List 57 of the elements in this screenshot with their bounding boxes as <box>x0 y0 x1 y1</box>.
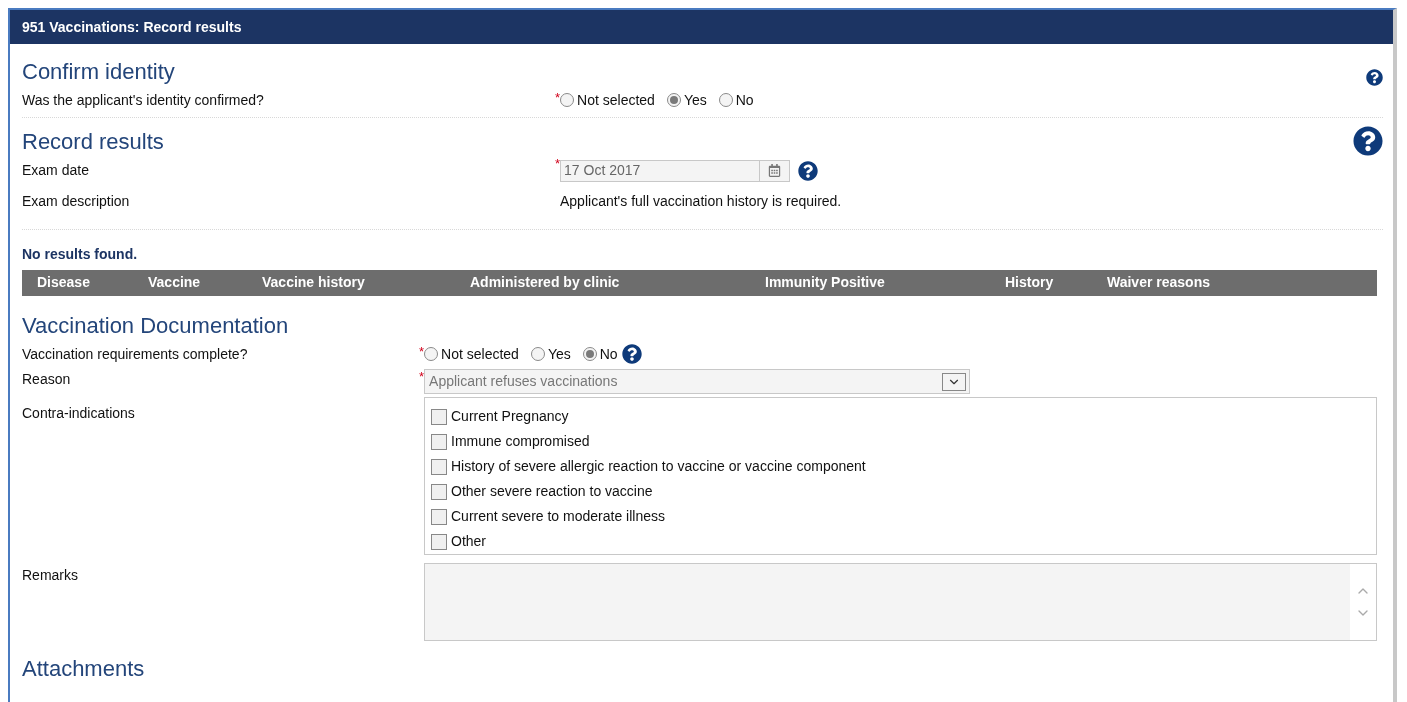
checkbox[interactable] <box>431 458 447 475</box>
field-label: Remarks <box>22 566 79 585</box>
column-header[interactable]: Disease <box>37 272 148 293</box>
column-header[interactable]: History <box>1005 272 1107 293</box>
required-mark: * <box>555 90 561 104</box>
checkbox[interactable] <box>431 533 447 550</box>
radio-button[interactable] <box>718 93 733 107</box>
radio-button[interactable] <box>530 347 545 361</box>
field-label: Exam description <box>22 191 131 211</box>
radio-label: No <box>735 90 754 110</box>
reason-dropdown[interactable]: Applicant refuses vaccinations <box>424 369 971 394</box>
radio-button[interactable] <box>582 347 597 361</box>
checkbox[interactable] <box>431 408 447 425</box>
date-field[interactable]: 17 Oct 2017 <box>560 159 791 182</box>
required-mark: * <box>419 344 425 358</box>
radio-label: Yes <box>683 90 707 110</box>
section-heading: Attachments <box>22 655 146 683</box>
checkbox-label: Immune compromised <box>451 432 590 451</box>
remarks-field[interactable] <box>424 563 1377 641</box>
radio-label: Yes <box>547 344 571 364</box>
help-icon[interactable] <box>798 160 819 181</box>
column-header[interactable]: Waiver reasons <box>1107 272 1307 293</box>
column-header[interactable]: Immunity Positive <box>765 272 1005 293</box>
field-label: Reason <box>22 370 72 389</box>
column-header[interactable]: Administered by clinic <box>470 272 765 293</box>
field-label: Was the applicant's identity confirmed? <box>22 90 265 110</box>
help-icon[interactable] <box>1366 68 1383 86</box>
required-mark: * <box>555 156 561 170</box>
column-header[interactable]: Vaccine history <box>262 272 470 293</box>
checkbox[interactable] <box>431 483 447 500</box>
status-message: No results found. <box>22 244 139 264</box>
section-heading: Confirm identity <box>22 58 175 86</box>
section-heading: Vaccination Documentation <box>22 311 290 339</box>
field-label: Vaccination requirements complete? <box>22 344 249 364</box>
radio-label: Not selected <box>441 344 519 364</box>
checkbox-label: History of severe allergic reaction to vaccine or vaccine component <box>451 457 866 476</box>
checkbox-label: Other severe reaction to vaccine <box>451 482 653 501</box>
radio-button[interactable] <box>666 93 681 107</box>
field-value: Applicant's full vaccination history is required. <box>560 191 842 211</box>
section-heading: Record results <box>22 128 164 156</box>
radio-label: No <box>599 344 618 364</box>
field-label: Contra-indications <box>22 404 136 423</box>
required-mark: * <box>419 370 425 383</box>
help-icon[interactable] <box>1353 125 1383 156</box>
checkbox-label: Other <box>451 532 486 551</box>
calendar-icon[interactable] <box>768 164 782 177</box>
help-icon[interactable] <box>621 344 642 364</box>
column-header[interactable]: Vaccine <box>148 272 262 293</box>
checkbox[interactable] <box>431 433 447 450</box>
radio-button[interactable] <box>424 347 439 361</box>
radio-button[interactable] <box>560 93 575 107</box>
field-label: Exam date <box>22 161 90 180</box>
radio-label: Not selected <box>577 90 655 110</box>
window-title: 951 Vaccinations: Record results <box>10 10 1393 44</box>
checkbox[interactable] <box>431 508 447 525</box>
checkbox-label: Current Pregnancy <box>451 407 569 426</box>
checkbox-label: Current severe to moderate illness <box>451 507 665 526</box>
